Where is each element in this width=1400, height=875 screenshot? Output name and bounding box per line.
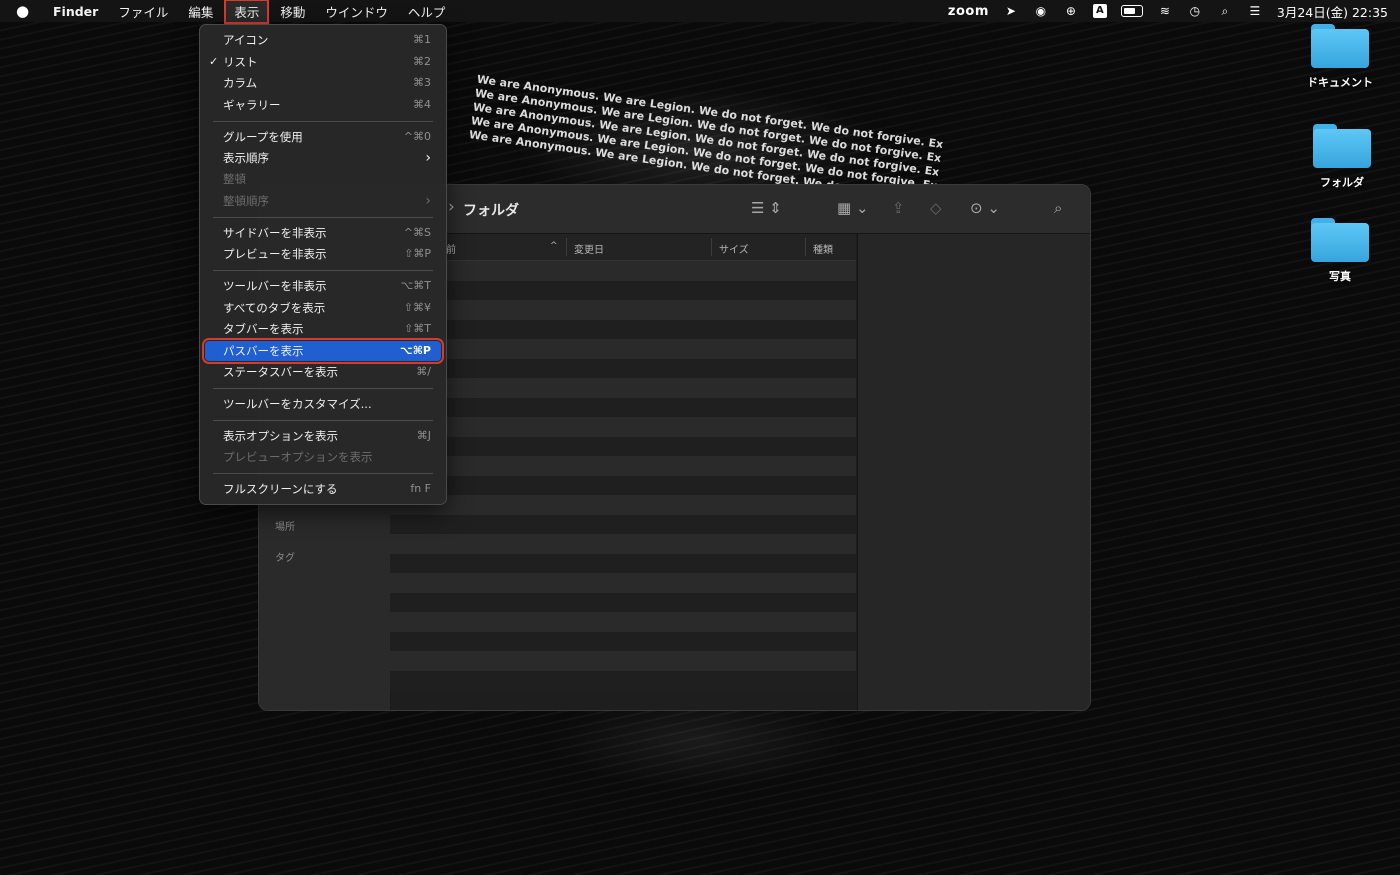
desktop-icon-documents[interactable]: ドキュメント xyxy=(1295,24,1385,90)
search-icon[interactable]: ⌕ xyxy=(1217,4,1233,18)
menu-item-show-preview-options: プレビューオプションを表示 xyxy=(223,450,373,464)
time-machine-icon[interactable]: ◷ xyxy=(1187,4,1203,18)
checkmark-icon: ✓ xyxy=(209,55,219,68)
tag-icon[interactable]: ◇ xyxy=(930,199,942,217)
forward-icon[interactable]: › xyxy=(448,197,455,217)
zoom-status[interactable]: zoom xyxy=(948,4,989,19)
menu-item-hide-sidebar[interactable]: サイドバーを非表示 ^⌘S xyxy=(205,223,441,243)
file-list xyxy=(390,261,856,697)
column-modified[interactable]: 変更日 xyxy=(574,241,604,256)
list-view-icon[interactable]: ☰ ⇕ xyxy=(751,199,782,217)
control-center-icon[interactable]: ☰ xyxy=(1247,4,1263,18)
menu-edit[interactable]: 編集 xyxy=(179,0,222,23)
menu-item-show-path-bar[interactable]: パスバーを表示 ⌥⌘P xyxy=(202,338,444,364)
window-title: フォルダ xyxy=(463,203,519,219)
desktop-icon-label: フォルダ xyxy=(1320,176,1364,189)
column-kind[interactable]: 種類 xyxy=(813,241,833,256)
menu-window[interactable]: ウインドウ xyxy=(316,0,397,23)
sidebar-section-tags[interactable]: タグ xyxy=(275,549,295,564)
menu-bar: ● Finder ファイル 編集 表示 移動 ウインドウ ヘルプ zoom ➤ … xyxy=(0,0,1400,24)
folder-icon xyxy=(1311,24,1369,68)
column-header: 前 ^ 変更日 サイズ 種類 xyxy=(390,234,856,261)
finder-toolbar: › フォルダ ☰ ⇕ ▦ ⌄ ⇪ ◇ ⊙ ⌄ ⌕ xyxy=(390,185,1090,234)
share-icon[interactable]: ⇪ xyxy=(892,199,905,217)
folder-icon xyxy=(1313,124,1371,168)
status-menus: zoom ➤ ◉ ⊕ A ≋ ◷ ⌕ ☰ 3月24日(金) 22:35 xyxy=(948,0,1388,22)
menu-item-show-tab-bar[interactable]: タブバーを表示 ⇧⌘T xyxy=(205,319,441,339)
accessibility-icon[interactable]: ⊕ xyxy=(1063,4,1079,18)
more-actions-icon[interactable]: ⊙ ⌄ xyxy=(970,199,1000,217)
desktop-icon-label: 写真 xyxy=(1329,270,1351,283)
menu-item-gallery-view[interactable]: ギャラリー ⌘4 xyxy=(205,95,441,115)
plane-icon[interactable]: ➤ xyxy=(1003,4,1019,18)
view-menu-dropdown: アイコン ⌘1 ✓ リスト ⌘2 カラム ⌘3 ギャラリー ⌘4 グループを使用 ^⌘0 … xyxy=(199,24,447,505)
column-size[interactable]: サイズ xyxy=(719,241,749,256)
menu-item-use-groups[interactable]: グループを使用 ^⌘0 xyxy=(205,127,441,147)
menu-item-hide-toolbar[interactable]: ツールバーを非表示 ⌥⌘T xyxy=(205,276,441,296)
menu-view[interactable]: 表示 xyxy=(224,0,270,24)
menu-item-show-view-options[interactable]: 表示オプションを表示 ⌘J xyxy=(205,426,441,446)
menu-item-list-view[interactable]: ✓ リスト ⌘2 xyxy=(205,52,441,72)
apple-icon[interactable]: ● xyxy=(16,2,34,20)
menu-finder[interactable]: Finder xyxy=(44,2,107,21)
menu-item-customize-toolbar[interactable]: ツールバーをカスタマイズ... xyxy=(205,394,441,414)
search-icon[interactable]: ⌕ xyxy=(1054,199,1062,217)
menu-item-show-all-tabs[interactable]: すべてのタブを表示 ⇧⌘¥ xyxy=(205,298,441,318)
preview-pane xyxy=(857,234,1090,710)
sidebar-section-locations[interactable]: 場所 xyxy=(275,518,295,533)
menu-item-icon-view[interactable]: アイコン ⌘1 xyxy=(205,30,441,50)
datetime[interactable]: 3月24日(金) 22:35 xyxy=(1277,2,1388,21)
group-icon[interactable]: ▦ ⌄ xyxy=(837,199,869,217)
menu-item-clean-up-by: 整頓順序 › xyxy=(223,193,431,209)
menu-help[interactable]: ヘルプ xyxy=(399,0,455,23)
desktop-icon-photos[interactable]: 写真 xyxy=(1295,218,1385,284)
wifi-icon[interactable]: ≋ xyxy=(1157,4,1173,18)
chevron-right-icon: › xyxy=(425,193,431,209)
input-source-icon[interactable]: A xyxy=(1092,4,1107,18)
sort-chevron-icon[interactable]: ^ xyxy=(550,241,558,251)
menu-item-show-status-bar[interactable]: ステータスバーを表示 ⌘/ xyxy=(205,362,441,382)
menu-item-clean-up: 整頓 xyxy=(223,172,246,186)
folder-icon xyxy=(1311,218,1369,262)
menu-item-hide-preview[interactable]: プレビューを非表示 ⇧⌘P xyxy=(205,244,441,264)
battery-icon[interactable] xyxy=(1120,5,1143,17)
desktop-icon-folder[interactable]: フォルダ xyxy=(1297,124,1387,190)
chevron-right-icon: › xyxy=(425,150,431,166)
column-name[interactable]: 前 xyxy=(446,241,456,256)
menu-item-enter-full-screen[interactable]: フルスクリーンにする fn F xyxy=(205,479,441,499)
desktop-icon-label: ドキュメント xyxy=(1307,76,1373,89)
menu-item-sort-by[interactable]: 表示順序 › xyxy=(205,148,441,168)
menu-file[interactable]: ファイル xyxy=(109,0,177,23)
menu-item-column-view[interactable]: カラム ⌘3 xyxy=(205,73,441,93)
menu-go[interactable]: 移動 xyxy=(271,0,314,23)
user-icon[interactable]: ◉ xyxy=(1033,4,1049,18)
